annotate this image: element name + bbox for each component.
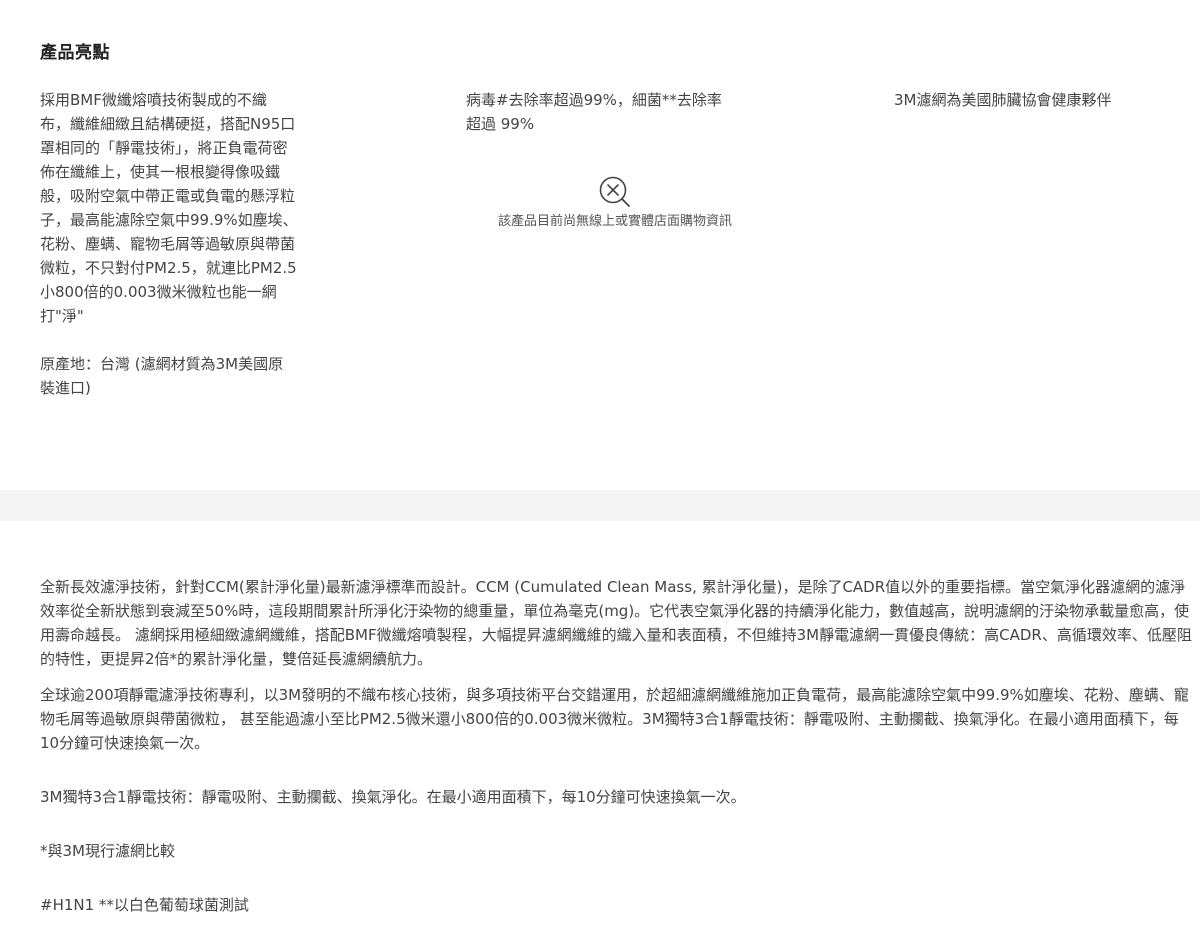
section-title: 產品亮點 xyxy=(40,43,110,63)
purchase-info-unavailable: 該產品目前尚無線上或實體店面購物資訊 xyxy=(460,175,770,231)
product-details-section: 全新長效濾淨技術，針對CCM(累計淨化量)最新濾淨標準而設計。CCM (Cumu… xyxy=(40,575,1195,917)
details-paragraph-patents: 全球逾200項靜電濾淨技術專利，以3M發明的不織布核心技術，與多項技術平台交錯運… xyxy=(40,686,1189,752)
footnote-comparison: *與3M現行濾網比較 xyxy=(40,842,175,860)
no-purchase-info-icon xyxy=(599,176,630,207)
highlight-partner-text: 3M濾網為美國肺臟協會健康夥伴 xyxy=(894,91,1112,109)
product-highlights-section: 產品亮點 採用BMF微纖熔噴技術製成的不織 布，纖維細緻且結構硬挺，搭配N95口… xyxy=(0,0,1200,490)
highlight-column-left: 採用BMF微纖熔噴技術製成的不織 布，纖維細緻且結構硬挺，搭配N95口 罩相同的… xyxy=(40,88,340,400)
footnote-test-method: #H1N1 **以白色葡萄球菌測試 xyxy=(40,896,249,914)
details-paragraph-3in1: 3M獨特3合1靜電技術：靜電吸附、主動攔截、換氣淨化。在最小適用面積下，每10分… xyxy=(40,788,746,806)
origin-text: 原產地：台灣 (濾網材質為3M美國原 裝進口) xyxy=(40,355,284,397)
section-divider xyxy=(0,490,1200,521)
details-paragraph-ccm: 全新長效濾淨技術，針對CCM(累計淨化量)最新濾淨標準而設計。CCM (Cumu… xyxy=(40,578,1192,668)
highlight-removal-rate-text: 病毒#去除率超過99%，細菌**去除率 超過 99% xyxy=(466,91,722,133)
purchase-info-unavailable-message: 該產品目前尚無線上或實體店面購物資訊 xyxy=(497,214,732,229)
highlight-filter-technology-text: 採用BMF微纖熔噴技術製成的不織 布，纖維細緻且結構硬挺，搭配N95口 罩相同的… xyxy=(40,91,298,325)
